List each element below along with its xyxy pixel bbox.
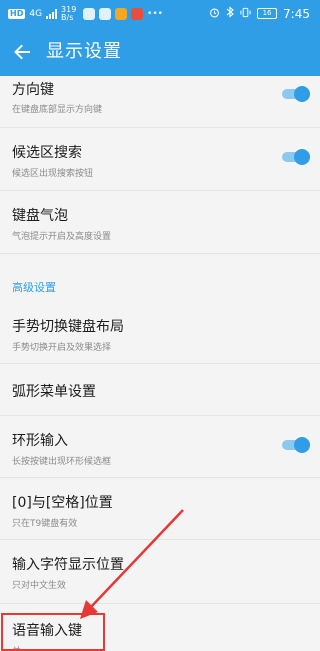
setting-input-char-position[interactable]: 输入字符显示位置 只对中文生效 bbox=[0, 540, 320, 604]
setting-title: 环形输入 bbox=[12, 433, 68, 449]
setting-title: 输入字符显示位置 bbox=[12, 557, 124, 573]
setting-title: 候选区搜索 bbox=[12, 145, 82, 161]
setting-title: [0]与[空格]位置 bbox=[12, 495, 113, 511]
mail-icon bbox=[131, 8, 144, 20]
section-header-advanced: 高级设置 bbox=[12, 281, 56, 294]
back-arrow-icon bbox=[14, 44, 30, 60]
app-toolbar: 显示设置 bbox=[0, 28, 320, 76]
setting-keyboard-bubble[interactable]: 键盘气泡 气泡提示开启及高度设置 bbox=[0, 191, 320, 254]
status-left: HD 4G 319 B/s ••• bbox=[8, 6, 163, 22]
setting-arrow-keys[interactable]: 方向键 在键盘底部显示方向键 bbox=[0, 76, 320, 128]
network-speed: 319 B/s bbox=[61, 5, 77, 22]
setting-subtitle: 长按按键出现环形候选框 bbox=[12, 457, 112, 467]
app-notification-icon bbox=[83, 8, 96, 20]
battery-icon: 16 bbox=[257, 8, 278, 19]
clock: 7:45 bbox=[283, 6, 310, 21]
setting-ring-input[interactable]: 环形输入 长按按键出现环形候选框 bbox=[0, 416, 320, 478]
setting-title: 弧形菜单设置 bbox=[12, 384, 96, 400]
setting-subtitle: 手势切换开启及效果选择 bbox=[12, 343, 112, 353]
setting-candidate-search[interactable]: 候选区搜索 候选区出现搜索按钮 bbox=[0, 128, 320, 191]
settings-list: 方向键 在键盘底部显示方向键 候选区搜索 候选区出现搜索按钮 键盘气泡 气泡提示… bbox=[0, 76, 320, 651]
setting-title: 手势切换键盘布局 bbox=[12, 319, 124, 335]
vibrate-icon bbox=[240, 7, 251, 21]
network-label: 4G bbox=[29, 9, 43, 19]
toggle-ring-input[interactable] bbox=[282, 437, 310, 453]
setting-gesture-switch[interactable]: 手势切换键盘布局 手势切换开启及效果选择 bbox=[0, 302, 320, 364]
qq-icon bbox=[99, 8, 112, 20]
media-icon bbox=[115, 8, 128, 20]
signal-icon bbox=[46, 9, 58, 19]
status-right: 16 7:45 bbox=[209, 6, 310, 21]
toggle-candidate-search[interactable] bbox=[282, 149, 310, 165]
toggle-arrow-keys[interactable] bbox=[282, 86, 310, 102]
setting-zero-space-position[interactable]: [0]与[空格]位置 只在T9键盘有效 bbox=[0, 478, 320, 540]
setting-subtitle: 只对中文生效 bbox=[12, 581, 67, 591]
more-notifications-icon: ••• bbox=[147, 9, 163, 19]
setting-subtitle: 气泡提示开启及高度设置 bbox=[12, 232, 112, 242]
setting-subtitle: 候选区出现搜索按钮 bbox=[12, 169, 94, 179]
back-button[interactable] bbox=[6, 36, 38, 68]
alarm-icon bbox=[209, 7, 220, 21]
setting-title: 方向键 bbox=[12, 82, 54, 98]
hd-badge: HD bbox=[8, 9, 26, 19]
setting-subtitle: 在键盘底部显示方向键 bbox=[12, 105, 103, 115]
setting-title: 键盘气泡 bbox=[12, 208, 68, 224]
page-title: 显示设置 bbox=[46, 41, 122, 62]
status-bar: HD 4G 319 B/s ••• 16 7:45 bbox=[0, 0, 320, 28]
highlight-box bbox=[1, 613, 105, 651]
setting-arc-menu[interactable]: 弧形菜单设置 bbox=[0, 364, 320, 416]
bluetooth-icon bbox=[226, 6, 234, 21]
setting-subtitle: 只在T9键盘有效 bbox=[12, 519, 78, 529]
